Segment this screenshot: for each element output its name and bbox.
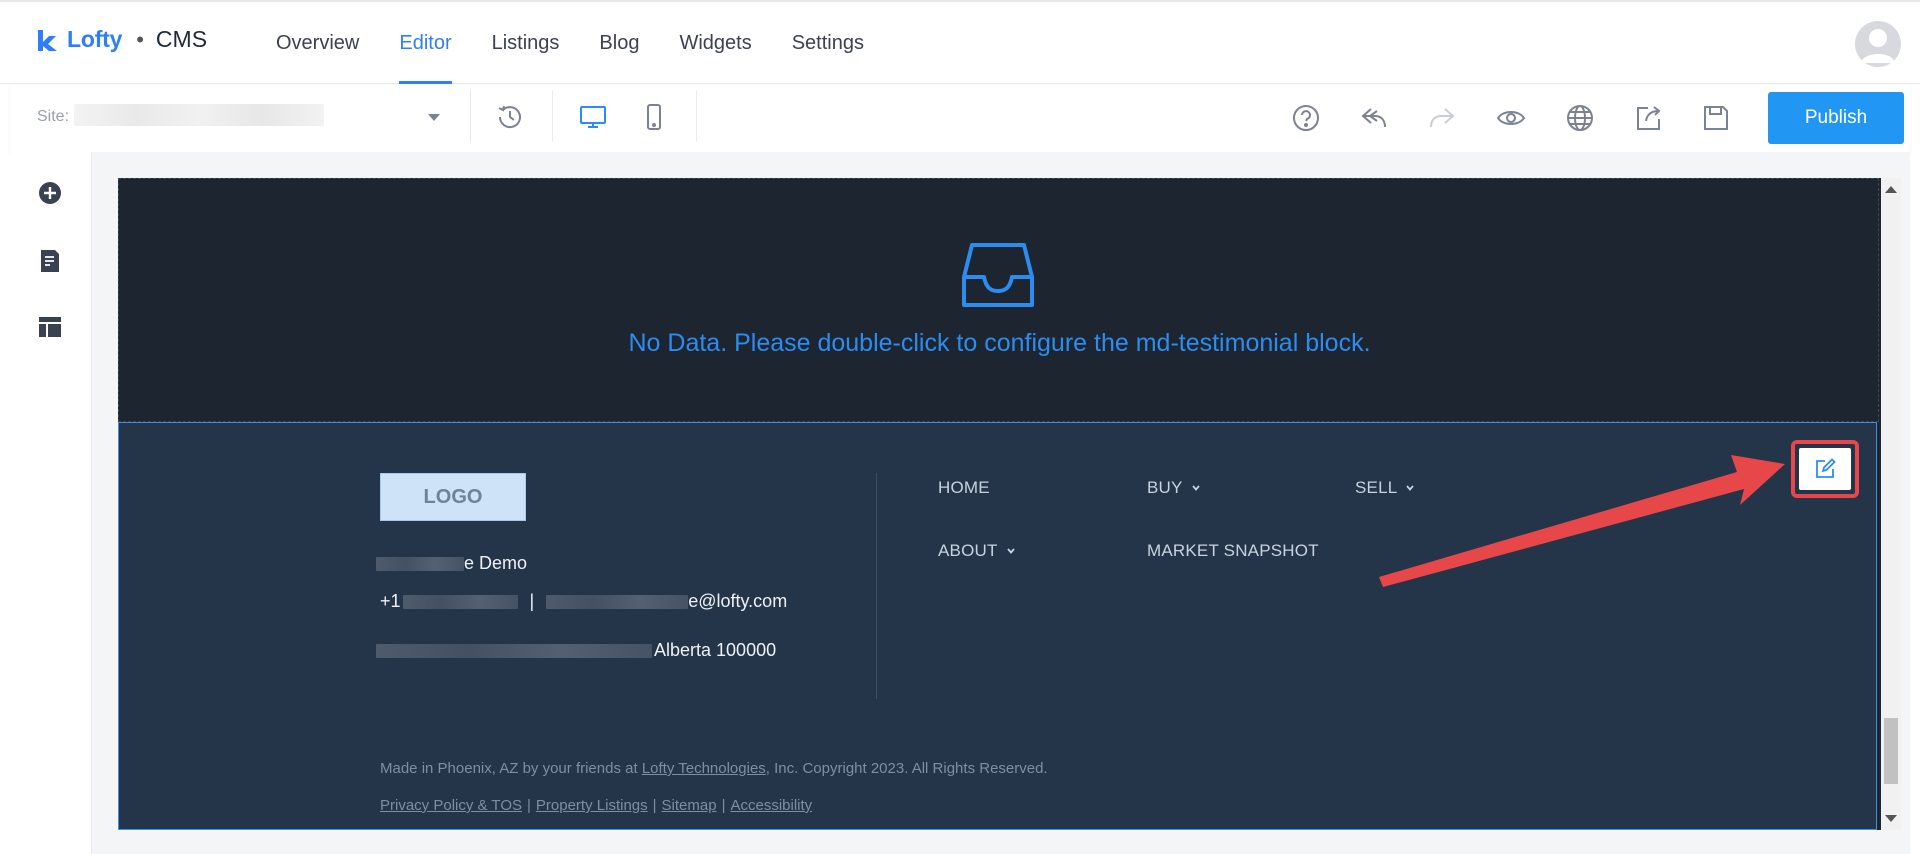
copyright-suffix: , Inc. Copyright 2023. All Rights Reserv… — [765, 760, 1048, 777]
page-icon[interactable] — [37, 248, 63, 274]
link-separator: | — [652, 797, 657, 814]
lofty-logo-icon — [38, 29, 57, 51]
redacted-text — [376, 556, 464, 571]
footer-menu-about[interactable]: ABOUT — [938, 541, 1016, 561]
edit-block-button[interactable] — [1799, 448, 1851, 490]
nav-tab-listings[interactable]: Listings — [472, 2, 580, 84]
save-icon[interactable] — [1700, 102, 1732, 134]
toolbar-divider — [552, 90, 553, 142]
preview-icon[interactable] — [1495, 102, 1527, 134]
redacted-text — [546, 594, 689, 609]
no-data-message: No Data. Please double-click to configur… — [628, 329, 1371, 357]
history-icon[interactable] — [494, 101, 526, 133]
menu-label: HOME — [938, 478, 990, 497]
left-tool-rail — [10, 152, 92, 854]
publish-button[interactable]: Publish — [1768, 92, 1904, 144]
testimonial-block[interactable]: No Data. Please double-click to configur… — [118, 178, 1879, 422]
phone-prefix: +1 — [380, 591, 401, 611]
menu-label: ABOUT — [938, 541, 998, 560]
brand-name: Lofty — [67, 26, 123, 52]
chevron-down-icon — [1191, 485, 1200, 491]
sitemap-link[interactable]: Sitemap — [662, 797, 717, 814]
editor-canvas-area: No Data. Please double-click to configur… — [92, 152, 1910, 854]
desktop-icon[interactable] — [577, 101, 609, 133]
edit-icon — [1816, 458, 1836, 478]
footer-menu-home[interactable]: HOME — [938, 478, 990, 498]
footer-menu-buy[interactable]: BUY — [1147, 478, 1201, 498]
main-nav: Overview Editor Listings Blog Widgets Se… — [256, 2, 884, 84]
footer-menu-market-snapshot[interactable]: MARKET SNAPSHOT — [1147, 541, 1319, 561]
page-canvas: No Data. Please double-click to configur… — [118, 178, 1881, 830]
phone-email-separator: | — [529, 591, 535, 611]
mobile-icon[interactable] — [638, 101, 670, 133]
brand[interactable]: Lofty • CMS — [36, 26, 207, 53]
undo-icon[interactable] — [1358, 102, 1390, 134]
footer-logo[interactable]: LOGO — [380, 473, 526, 521]
chevron-down-icon — [1006, 548, 1015, 554]
nav-tab-settings[interactable]: Settings — [772, 2, 884, 84]
link-separator: | — [527, 797, 531, 814]
site-label: Site: — [37, 108, 70, 125]
scrollbar-thumb[interactable] — [1884, 718, 1898, 784]
user-avatar[interactable] — [1855, 21, 1901, 67]
layout-icon[interactable] — [37, 314, 63, 340]
accessibility-link[interactable]: Accessibility — [730, 797, 812, 814]
top-navigation: Lofty • CMS Overview Editor Listings Blo… — [0, 0, 1920, 84]
export-icon[interactable] — [1633, 102, 1665, 134]
menu-label: SELL — [1355, 478, 1398, 497]
toolbar-divider — [470, 90, 471, 142]
nav-tab-editor[interactable]: Editor — [379, 2, 471, 84]
site-selector[interactable] — [74, 104, 324, 126]
email-text[interactable]: e@lofty.com — [688, 591, 787, 612]
globe-icon[interactable] — [1564, 102, 1596, 134]
toolbar-divider — [696, 90, 697, 142]
chevron-down-icon — [1406, 485, 1415, 491]
contact-name-text: e Demo — [464, 553, 528, 573]
nav-tab-overview[interactable]: Overview — [256, 2, 379, 84]
redacted-text — [376, 643, 652, 658]
brand-separator: • — [136, 26, 144, 52]
add-circle-icon[interactable] — [37, 180, 63, 206]
privacy-policy-link[interactable]: Privacy Policy & TOS — [380, 797, 522, 814]
copyright-text: Made in Phoenix, AZ by your friends at L… — [380, 760, 1048, 777]
redacted-text — [402, 594, 518, 609]
scroll-down-icon[interactable] — [1885, 815, 1897, 822]
nav-tab-widgets[interactable]: Widgets — [659, 2, 771, 84]
lofty-technologies-link[interactable]: Lofty Technologies — [642, 760, 766, 777]
copyright-prefix: Made in Phoenix, AZ by your friends at — [380, 760, 642, 777]
editor-toolbar: Site: Publish — [10, 84, 1910, 152]
nav-tab-blog[interactable]: Blog — [579, 2, 659, 84]
contact-phone-email: +1 | e@lofty.com — [380, 591, 787, 612]
menu-label: BUY — [1147, 478, 1183, 497]
contact-name: e Demo — [376, 553, 527, 574]
footer-menu-sell[interactable]: SELL — [1355, 478, 1415, 498]
help-icon[interactable] — [1290, 102, 1322, 134]
product-name: CMS — [155, 26, 208, 52]
user-avatar-icon — [1861, 29, 1895, 63]
caret-down-icon[interactable] — [428, 114, 440, 121]
menu-label: MARKET SNAPSHOT — [1147, 541, 1319, 560]
inbox-icon — [962, 243, 1034, 307]
property-listings-link[interactable]: Property Listings — [536, 797, 648, 814]
scroll-up-icon[interactable] — [1885, 186, 1897, 193]
redo-icon[interactable] — [1426, 102, 1458, 134]
address-text: Alberta 100000 — [654, 640, 777, 660]
contact-address: Alberta 100000 — [376, 640, 776, 661]
link-separator: | — [721, 797, 726, 814]
footer-block[interactable]: LOGO e Demo +1 | e@lofty.com Alberta 100… — [118, 422, 1877, 830]
footer-divider — [876, 473, 877, 699]
edit-button-highlight — [1791, 440, 1859, 498]
canvas-scrollbar[interactable] — [1881, 178, 1901, 830]
footer-links: Privacy Policy & TOS | Property Listings | S… — [380, 797, 812, 814]
